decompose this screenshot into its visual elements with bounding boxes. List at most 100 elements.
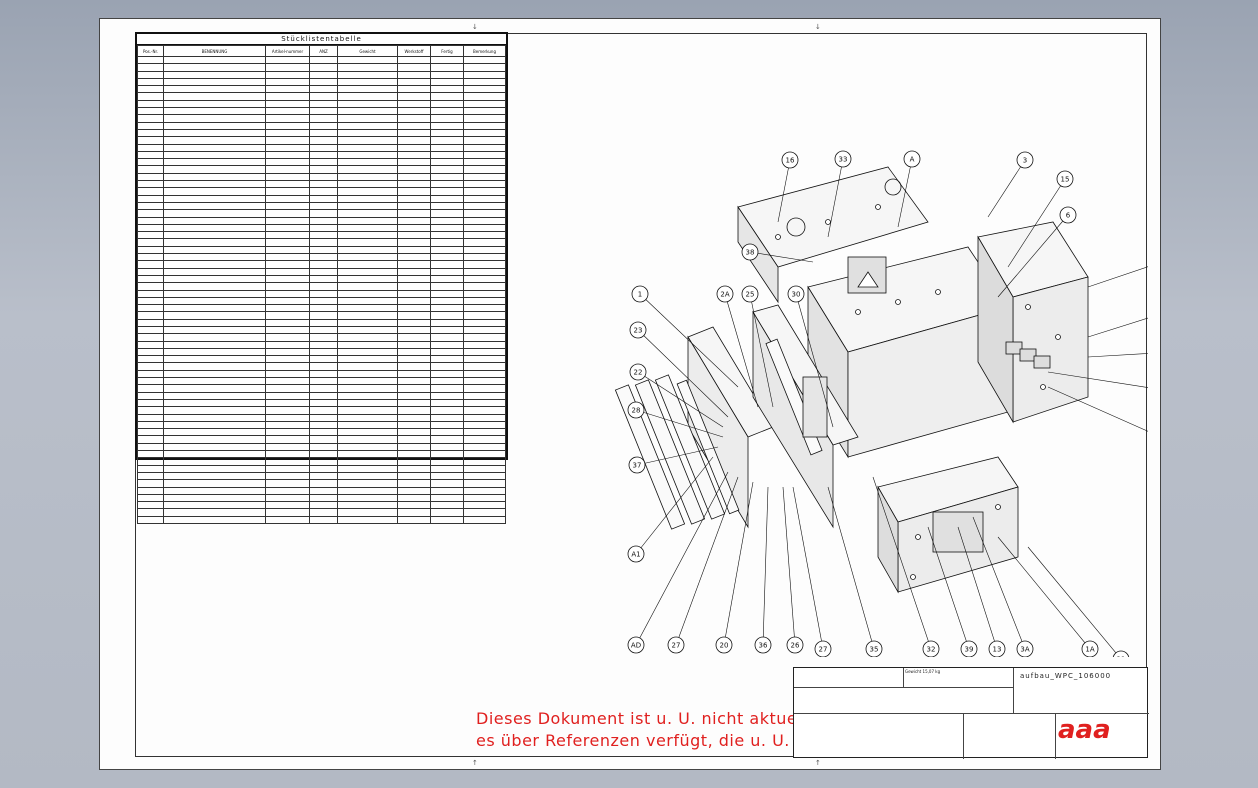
bom-cell xyxy=(463,223,506,233)
bom-cell xyxy=(430,377,464,386)
bom-cell xyxy=(163,274,266,284)
bom-cell xyxy=(463,450,506,459)
bom-cell xyxy=(463,398,506,408)
bom-row xyxy=(137,209,506,218)
bom-cell xyxy=(463,442,506,452)
bom-row xyxy=(137,187,506,196)
bom-cell xyxy=(137,493,164,503)
bom-row xyxy=(137,347,506,357)
bom-cell xyxy=(337,289,398,298)
bom-cell xyxy=(463,340,506,349)
bom-cell xyxy=(137,333,164,342)
bom-cell xyxy=(463,391,506,400)
bom-cell xyxy=(337,70,398,79)
bom-cell xyxy=(163,501,266,510)
bom-cell xyxy=(163,311,266,320)
callout-label: 15 xyxy=(1061,176,1070,184)
bom-cell xyxy=(397,340,431,349)
callout-label: 2A xyxy=(720,291,729,299)
bom-cell xyxy=(309,340,338,349)
bom-cell xyxy=(309,333,338,342)
bom-cell xyxy=(137,325,164,335)
bom-cell xyxy=(397,194,431,203)
bom-cell xyxy=(337,420,398,430)
bom-cell xyxy=(337,457,398,466)
bom-cell xyxy=(309,493,338,503)
bom-cell xyxy=(463,457,506,466)
bom-cell xyxy=(337,333,398,342)
bom-cell xyxy=(137,274,164,284)
bom-cell xyxy=(309,318,338,328)
bom-cell xyxy=(265,420,310,430)
bom-cell xyxy=(265,479,310,488)
bom-cell xyxy=(163,471,266,481)
bom-cell xyxy=(397,238,431,247)
bom-cell xyxy=(397,223,431,233)
callout-label: 1 xyxy=(638,291,642,299)
tb-usage xyxy=(794,668,904,688)
bom-cell xyxy=(163,384,266,393)
bom-cell xyxy=(163,457,266,466)
bom-cell xyxy=(309,252,338,262)
zone-marker: ↑ xyxy=(815,759,821,767)
bom-cell xyxy=(463,471,506,481)
bom-cell xyxy=(137,282,164,291)
bom-cell xyxy=(430,442,464,452)
bom-cell xyxy=(309,216,338,225)
tb-approval xyxy=(964,714,1056,759)
bom-cell xyxy=(163,318,266,328)
bom-cell xyxy=(309,508,338,517)
bom-cell xyxy=(463,479,506,488)
bom-cell xyxy=(463,216,506,225)
bom-cell xyxy=(337,311,398,320)
bom-cell xyxy=(309,99,338,109)
bom-cell xyxy=(430,172,464,182)
bom-cell xyxy=(430,304,464,313)
bom-row xyxy=(137,311,506,320)
bom-cell xyxy=(430,201,464,211)
document-name: aufbau_WPC_106000 xyxy=(1020,672,1112,680)
bom-cell xyxy=(397,493,431,503)
callout-label: 27 xyxy=(819,646,828,654)
bom-cell xyxy=(337,406,398,415)
bom-cell xyxy=(430,311,464,320)
bom-row xyxy=(137,85,506,94)
bom-cell xyxy=(337,165,398,174)
leader-line xyxy=(997,536,1091,650)
bom-row xyxy=(137,355,506,364)
bom-row xyxy=(137,479,506,488)
bom-cell xyxy=(265,377,310,386)
bom-cell xyxy=(309,442,338,452)
bom-cell xyxy=(137,223,164,233)
bom-cell xyxy=(397,508,431,517)
bom-cell xyxy=(397,413,431,422)
bom-cell xyxy=(163,333,266,342)
bom-cell xyxy=(463,238,506,247)
bom-cell xyxy=(265,347,310,357)
bom-cell xyxy=(430,318,464,328)
bom-cell xyxy=(163,150,266,160)
bom-cell xyxy=(397,267,431,276)
bom-cell xyxy=(137,231,164,240)
bom-cell xyxy=(309,515,338,525)
bom-cell xyxy=(309,274,338,284)
bom-cell xyxy=(337,216,398,225)
callout-label: 25 xyxy=(746,291,755,299)
bom-cell xyxy=(397,187,431,196)
callout-label: 22 xyxy=(634,369,643,377)
bom-cell xyxy=(137,107,164,116)
bom-cell xyxy=(463,201,506,211)
bom-cell xyxy=(337,114,398,123)
bom-cell xyxy=(430,515,464,525)
bom-cell xyxy=(337,442,398,452)
bom-cell xyxy=(463,194,506,203)
bom-cell xyxy=(430,194,464,203)
bom-cell xyxy=(137,398,164,408)
bom-cell xyxy=(463,77,506,87)
bom-cell xyxy=(430,362,464,371)
bom-cell xyxy=(163,347,266,357)
bom-row xyxy=(137,508,506,517)
bom-cell xyxy=(265,318,310,328)
bom-cell xyxy=(397,347,431,357)
bom-cell xyxy=(137,369,164,379)
